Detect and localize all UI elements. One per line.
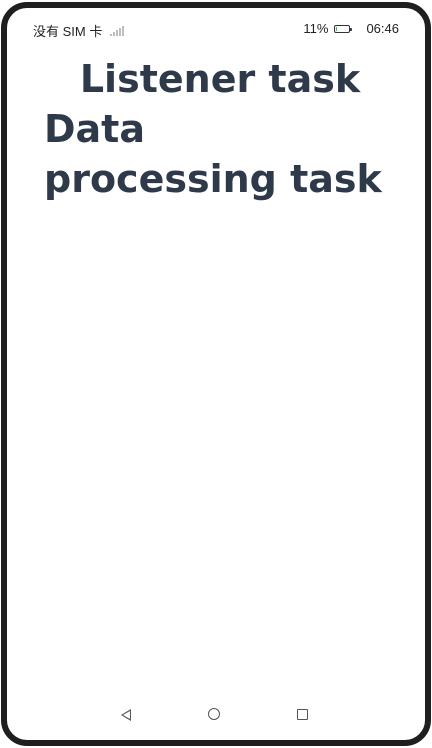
data-processing-task-text: Data processing task xyxy=(44,107,382,201)
clock: 06:46 xyxy=(366,21,399,36)
main-content: Listener task Data processing task xyxy=(7,54,425,204)
status-right: 11% 06:46 xyxy=(303,21,399,36)
battery-percent: 11% xyxy=(303,21,329,36)
back-icon[interactable] xyxy=(121,709,131,721)
navigation-bar xyxy=(7,700,425,730)
status-left: 没有 SIM 卡 xyxy=(33,21,125,40)
recents-icon[interactable] xyxy=(297,709,308,720)
battery-icon xyxy=(334,24,353,33)
battery-fill xyxy=(336,26,338,31)
listener-task-text: Listener task xyxy=(79,57,361,101)
carrier-label: 没有 SIM 卡 xyxy=(33,24,103,39)
home-icon[interactable] xyxy=(208,708,220,720)
device-frame: 没有 SIM 卡 11% 06:46 Listener task Data pr… xyxy=(1,2,431,746)
status-bar: 没有 SIM 卡 11% 06:46 xyxy=(7,8,425,52)
signal-icon xyxy=(110,25,125,36)
